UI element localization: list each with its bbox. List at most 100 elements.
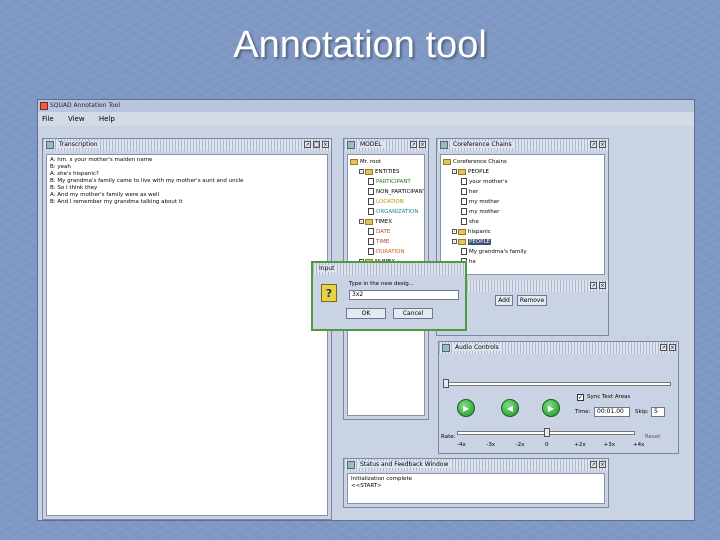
close-icon[interactable]: × [599,461,606,468]
rate-ticks: -4x -3x -2x 0 +2x +3x +4x [457,442,644,450]
transcript-line[interactable]: B: My grandma's family came to live with… [50,178,324,185]
coref-tree[interactable]: Coreference Chains - PEOPLE your mother's h… [440,154,605,275]
close-icon[interactable]: × [419,141,426,148]
cancel-button[interactable]: Cancel [393,308,433,319]
tree-item[interactable]: DURATION [350,247,422,257]
position-slider-thumb[interactable] [443,379,449,388]
close-icon[interactable]: × [599,282,606,289]
reset-button[interactable]: Reset [645,434,660,440]
slide-title: Annotation tool [233,24,487,66]
sync-checkbox[interactable]: ✓ [577,394,584,401]
transcript-line[interactable]: A: And my mother's family were as well [50,192,324,199]
add-button[interactable]: Add [495,295,513,306]
question-icon: ? [321,284,337,302]
document-icon [461,188,467,195]
play-icon: ▶ [462,404,470,413]
restore-icon[interactable]: ↗ [590,141,597,148]
folder-icon [458,228,466,235]
rate-slider-thumb[interactable] [544,428,550,437]
skip-field[interactable]: 5 [651,407,665,417]
transcript-line[interactable]: B: So I think they [50,185,324,192]
model-titlebar[interactable]: MODEL ↗ × [344,139,428,151]
tree-item[interactable]: she [443,217,602,227]
play-button[interactable]: ▶ [457,399,475,417]
tree-item[interactable]: my mother [443,207,602,217]
tree-item-label: NON_PARTICIPANT [376,189,425,195]
sync-label: Sync Text Areas [587,394,631,400]
transcript-line[interactable]: A: hm. s your mother's maiden name [50,157,324,164]
forward-button[interactable]: ▶ [542,399,560,417]
coref-titlebar[interactable]: Coreference Chains ↗ × [437,139,608,151]
stop-icon: ◀ [506,404,514,413]
rate-tick-label: 0 [545,442,549,448]
close-icon[interactable]: × [322,141,329,148]
dialog-input[interactable]: 3x2 [349,290,459,300]
expand-toggle-icon[interactable]: - [452,239,457,244]
status-text: Initialization complete <<START> [347,473,605,504]
app-logo-icon [40,102,48,110]
tree-item[interactable]: LOCATION [350,197,422,207]
dialog-titlebar[interactable]: Input [313,263,465,275]
tree-item-label: TIME [376,239,390,245]
close-icon[interactable]: × [599,141,606,148]
tree-root[interactable]: Mr. root [350,157,422,167]
status-titlebar[interactable]: Status and Feedback Window ↗ × [344,459,608,471]
folder-icon [458,168,466,175]
remove-button[interactable]: Remove [517,295,547,306]
tree-item[interactable]: - TIMEX [350,217,422,227]
model-title: MODEL [358,141,384,148]
tree-item[interactable]: my mother [443,197,602,207]
tree-root[interactable]: Coreference Chains [443,157,602,167]
tree-item[interactable]: ORGANIZATION [350,207,422,217]
folder-icon [365,218,373,225]
coref-title: Coreference Chains [451,141,514,148]
transcript-line[interactable]: B: yeah [50,164,324,171]
tree-item-label: DURATION [376,249,405,255]
document-icon [368,248,374,255]
expand-toggle-icon[interactable]: - [359,219,364,224]
transcript-line[interactable]: B: And I remember my grandma talking abo… [50,199,324,206]
expand-toggle-icon[interactable]: - [452,229,457,234]
folder-icon [458,238,466,245]
tree-item-label: PEOPLE [468,169,489,175]
tree-item[interactable]: - PEOPLE [443,237,602,247]
restore-icon[interactable]: ↗ [590,461,597,468]
tree-item[interactable]: - hispanic [443,227,602,237]
transcription-text[interactable]: A: hm. s your mother's maiden name B: yea… [46,154,328,516]
document-icon [368,238,374,245]
tree-item[interactable]: My grandma's family [443,247,602,257]
rate-tick-label: -2x [515,442,525,448]
tree-item[interactable]: her [443,187,602,197]
ok-button[interactable]: OK [346,308,386,319]
stop-button[interactable]: ◀ [501,399,519,417]
tree-item[interactable]: your mother's [443,177,602,187]
tree-item-label: she [469,219,479,225]
maximize-icon[interactable]: □ [313,141,320,148]
restore-icon[interactable]: ↗ [660,344,667,351]
transcript-line[interactable]: A: she's hispanic? [50,171,324,178]
tree-item[interactable]: NON_PARTICIPANT [350,187,425,197]
expand-toggle-icon[interactable]: - [452,169,457,174]
status-frame: Status and Feedback Window ↗ × Initializa… [343,458,609,508]
tree-item-label: your mother's [469,179,508,185]
restore-icon[interactable]: ↗ [410,141,417,148]
time-field[interactable]: 00:01.00 [594,407,630,417]
position-slider[interactable] [443,382,671,386]
transcription-titlebar[interactable]: Transcription ↗ □ × [43,139,331,151]
tree-item[interactable]: TIME [350,237,422,247]
tree-item[interactable]: PARTICIPANT [350,177,422,187]
restore-icon[interactable]: ↗ [304,141,311,148]
document-icon [368,198,374,205]
tree-item-label: my mother [469,199,500,205]
tree-item[interactable]: - PEOPLE [443,167,602,177]
menu-file[interactable]: File [42,115,54,123]
tree-item[interactable]: - ENTITIES [350,167,422,177]
menu-help[interactable]: Help [99,115,115,123]
audio-titlebar[interactable]: Audio Controls ↗ × [439,342,678,354]
close-icon[interactable]: × [669,344,676,351]
restore-icon[interactable]: ↗ [590,282,597,289]
expand-toggle-icon[interactable]: - [359,169,364,174]
tree-item[interactable]: DATE [350,227,422,237]
menu-view[interactable]: View [68,115,85,123]
rate-tick-label: +3x [603,442,616,448]
